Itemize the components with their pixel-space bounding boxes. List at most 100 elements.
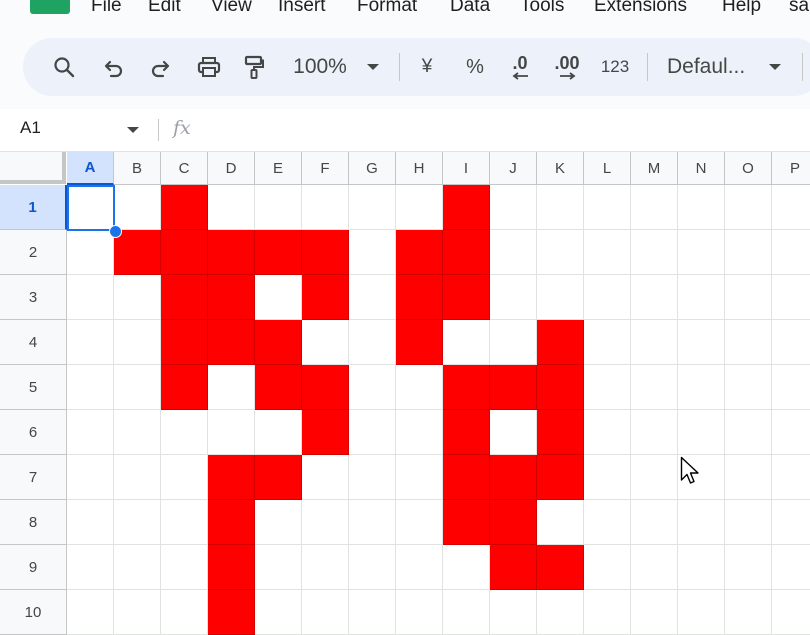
cell-J7[interactable]: [490, 455, 537, 500]
cell-M2[interactable]: [631, 230, 678, 275]
column-header-D[interactable]: D: [208, 152, 255, 185]
cell-F3[interactable]: [302, 275, 349, 320]
column-header-P[interactable]: P: [772, 152, 810, 185]
cell-P2[interactable]: [772, 230, 810, 275]
column-header-I[interactable]: I: [443, 152, 490, 185]
cell-N10[interactable]: [678, 590, 725, 635]
row-header-2[interactable]: 2: [0, 230, 67, 275]
cell-N1[interactable]: [678, 185, 725, 230]
name-box[interactable]: A1: [20, 118, 41, 138]
column-header-L[interactable]: L: [584, 152, 631, 185]
cell-A6[interactable]: [67, 410, 114, 455]
row-header-1[interactable]: 1: [0, 185, 67, 230]
cell-L9[interactable]: [584, 545, 631, 590]
cell-D2[interactable]: [208, 230, 255, 275]
cell-N5[interactable]: [678, 365, 725, 410]
cell-P8[interactable]: [772, 500, 810, 545]
cell-N2[interactable]: [678, 230, 725, 275]
cell-E2[interactable]: [255, 230, 302, 275]
cell-E6[interactable]: [255, 410, 302, 455]
cell-I9[interactable]: [443, 545, 490, 590]
menu-data[interactable]: Data: [450, 0, 490, 17]
cell-E5[interactable]: [255, 365, 302, 410]
cell-H10[interactable]: [396, 590, 443, 635]
cell-F8[interactable]: [302, 500, 349, 545]
cell-G9[interactable]: [349, 545, 396, 590]
cell-B7[interactable]: [114, 455, 161, 500]
cell-G8[interactable]: [349, 500, 396, 545]
column-header-J[interactable]: J: [490, 152, 537, 185]
menu-share[interactable]: sa: [789, 0, 809, 17]
cell-C3[interactable]: [161, 275, 208, 320]
cell-K5[interactable]: [537, 365, 584, 410]
cell-E9[interactable]: [255, 545, 302, 590]
menu-insert[interactable]: Insert: [278, 0, 326, 17]
cell-M4[interactable]: [631, 320, 678, 365]
cell-O8[interactable]: [725, 500, 772, 545]
name-box-dropdown-icon[interactable]: [127, 127, 139, 133]
cell-E3[interactable]: [255, 275, 302, 320]
cell-G1[interactable]: [349, 185, 396, 230]
cell-J10[interactable]: [490, 590, 537, 635]
cell-H6[interactable]: [396, 410, 443, 455]
cell-I5[interactable]: [443, 365, 490, 410]
cell-I1[interactable]: [443, 185, 490, 230]
cell-M3[interactable]: [631, 275, 678, 320]
cell-D3[interactable]: [208, 275, 255, 320]
cell-J6[interactable]: [490, 410, 537, 455]
cell-O5[interactable]: [725, 365, 772, 410]
cell-C1[interactable]: [161, 185, 208, 230]
cell-I4[interactable]: [443, 320, 490, 365]
fill-handle[interactable]: [109, 225, 122, 238]
cell-L1[interactable]: [584, 185, 631, 230]
cell-L5[interactable]: [584, 365, 631, 410]
cell-K7[interactable]: [537, 455, 584, 500]
cell-A1[interactable]: [67, 185, 114, 230]
cell-D7[interactable]: [208, 455, 255, 500]
cell-P7[interactable]: [772, 455, 810, 500]
menu-extensions[interactable]: Extensions: [594, 0, 687, 17]
cell-O3[interactable]: [725, 275, 772, 320]
cell-J5[interactable]: [490, 365, 537, 410]
cell-D4[interactable]: [208, 320, 255, 365]
cell-L6[interactable]: [584, 410, 631, 455]
cell-B8[interactable]: [114, 500, 161, 545]
cell-D6[interactable]: [208, 410, 255, 455]
print-icon[interactable]: [193, 38, 225, 96]
menu-view[interactable]: View: [211, 0, 252, 17]
cell-C8[interactable]: [161, 500, 208, 545]
cell-N3[interactable]: [678, 275, 725, 320]
cell-A7[interactable]: [67, 455, 114, 500]
cell-J2[interactable]: [490, 230, 537, 275]
cell-B3[interactable]: [114, 275, 161, 320]
undo-icon[interactable]: [99, 38, 129, 96]
cell-H8[interactable]: [396, 500, 443, 545]
cell-E1[interactable]: [255, 185, 302, 230]
cell-H9[interactable]: [396, 545, 443, 590]
cell-G10[interactable]: [349, 590, 396, 635]
cell-K1[interactable]: [537, 185, 584, 230]
cell-K3[interactable]: [537, 275, 584, 320]
menu-file[interactable]: File: [91, 0, 122, 17]
cell-C4[interactable]: [161, 320, 208, 365]
cell-F2[interactable]: [302, 230, 349, 275]
cell-F7[interactable]: [302, 455, 349, 500]
cell-M1[interactable]: [631, 185, 678, 230]
cell-B9[interactable]: [114, 545, 161, 590]
cell-D5[interactable]: [208, 365, 255, 410]
cell-K6[interactable]: [537, 410, 584, 455]
cell-J8[interactable]: [490, 500, 537, 545]
cell-H5[interactable]: [396, 365, 443, 410]
cell-G5[interactable]: [349, 365, 396, 410]
cell-C10[interactable]: [161, 590, 208, 635]
cell-O7[interactable]: [725, 455, 772, 500]
cell-H2[interactable]: [396, 230, 443, 275]
row-header-3[interactable]: 3: [0, 275, 67, 320]
cell-L7[interactable]: [584, 455, 631, 500]
cell-G7[interactable]: [349, 455, 396, 500]
cell-J9[interactable]: [490, 545, 537, 590]
cell-G3[interactable]: [349, 275, 396, 320]
cell-L8[interactable]: [584, 500, 631, 545]
column-header-M[interactable]: M: [631, 152, 678, 185]
cell-N8[interactable]: [678, 500, 725, 545]
